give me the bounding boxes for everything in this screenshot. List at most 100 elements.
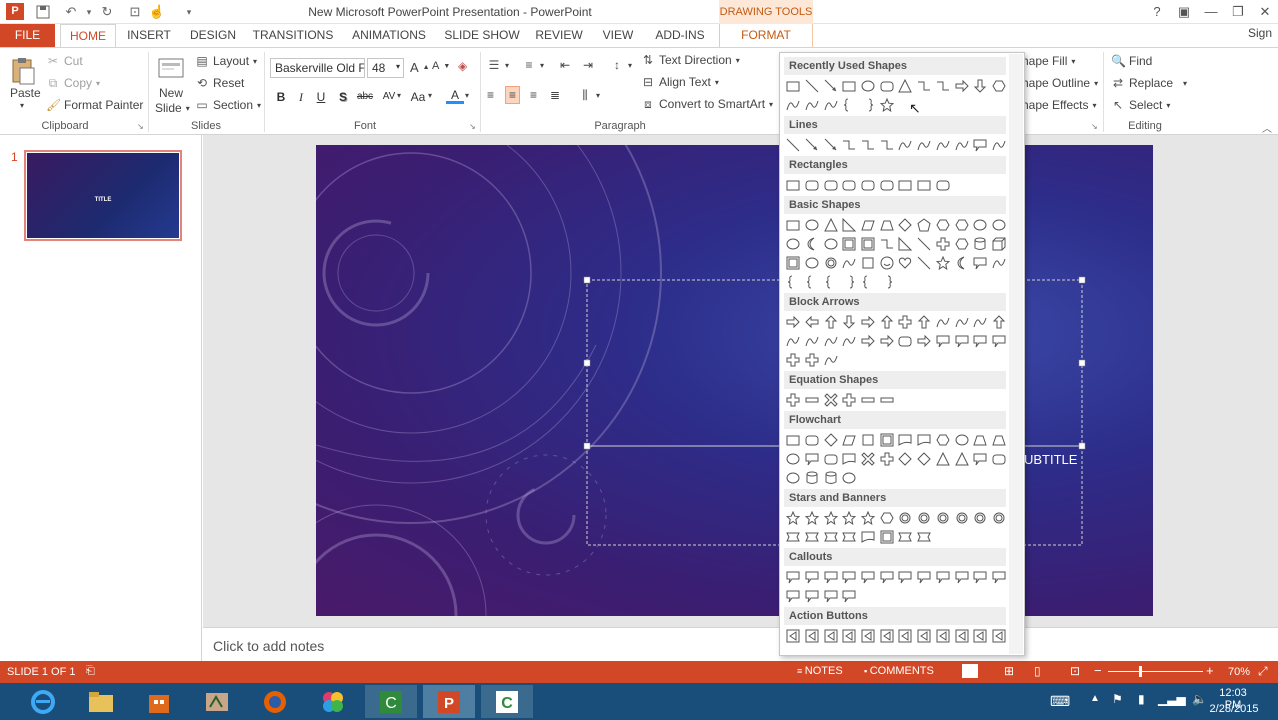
help-icon[interactable]: ?	[1145, 2, 1169, 22]
tab-insert[interactable]: INSERT	[122, 24, 176, 47]
shape-rrect-icon[interactable]	[934, 176, 953, 194]
shape-elbow-icon[interactable]	[877, 136, 896, 154]
shape-trap-icon[interactable]	[877, 216, 896, 234]
shape-oval-icon[interactable]	[859, 77, 878, 95]
shape-frame-icon[interactable]	[840, 235, 859, 253]
shape-hex-icon[interactable]	[990, 77, 1009, 95]
spell-check-icon[interactable]: ⎗	[86, 665, 95, 678]
align-left-icon[interactable]: ≡	[487, 88, 494, 102]
character-spacing-button[interactable]: AV	[379, 88, 399, 106]
shape-rarrow-icon[interactable]	[915, 332, 934, 350]
shape-callout-icon[interactable]	[934, 332, 953, 350]
shape-elbow-icon[interactable]	[934, 77, 953, 95]
shape-tri-icon[interactable]	[934, 450, 953, 468]
shape-callout-icon[interactable]	[971, 568, 990, 586]
shape-diamond-icon[interactable]	[896, 450, 915, 468]
shape-rarrow-icon[interactable]	[859, 313, 878, 331]
tab-home[interactable]: HOME	[60, 24, 116, 48]
shape-curve-icon[interactable]	[840, 254, 859, 272]
shape-minus-icon[interactable]	[803, 391, 822, 409]
shape-banner-icon[interactable]	[821, 528, 840, 546]
shrink-font-icon[interactable]: A ▼	[432, 60, 450, 72]
reset-button[interactable]: ⟲ Reset	[195, 76, 244, 90]
shape-callout-icon[interactable]	[859, 568, 878, 586]
shape-callout-icon[interactable]	[803, 587, 822, 605]
align-right-icon[interactable]: ≡	[530, 88, 537, 102]
shape-doc-icon[interactable]	[915, 431, 934, 449]
shape-curve-icon[interactable]	[934, 313, 953, 331]
shape-hex-icon[interactable]	[934, 216, 953, 234]
tab-add-ins[interactable]: ADD-INS	[648, 24, 712, 47]
shape-rbrace-icon[interactable]	[877, 273, 896, 291]
shape-sq-icon[interactable]	[859, 254, 878, 272]
shape-rrect-icon[interactable]	[821, 176, 840, 194]
numbering-button[interactable]: ≡ ▾	[522, 58, 544, 72]
shape-star-icon[interactable]	[821, 509, 840, 527]
shape-star-icon[interactable]	[803, 509, 822, 527]
font-color-dropdown-icon[interactable]: ▾	[465, 91, 469, 100]
shape-uarrow-icon[interactable]	[877, 313, 896, 331]
grow-font-icon[interactable]: A ▲	[410, 60, 430, 75]
shape-curve-icon[interactable]	[915, 136, 934, 154]
shape-frame-icon[interactable]	[877, 528, 896, 546]
comments-toggle[interactable]: ▪ COMMENTS	[864, 665, 934, 677]
paste-icon[interactable]	[8, 56, 38, 86]
find-button[interactable]: 🔍 Find	[1111, 54, 1152, 68]
slide-thumbnail[interactable]: TITLE	[24, 150, 182, 241]
shape-uarrow-icon[interactable]	[821, 313, 840, 331]
select-button[interactable]: ↖ Select ▾	[1111, 98, 1170, 112]
shape-rrect-icon[interactable]	[877, 176, 896, 194]
tab-design[interactable]: DESIGN	[184, 24, 242, 47]
camtasia-recorder-icon[interactable]	[191, 685, 243, 718]
decrease-indent-icon[interactable]: ⇤	[560, 58, 570, 72]
drawing-launcher-icon[interactable]: ↘	[1091, 122, 1098, 131]
shape-rect-icon[interactable]	[896, 176, 915, 194]
shape-outline-button[interactable]: hape Outline ▾	[1022, 76, 1098, 90]
shape-moon-icon[interactable]	[952, 254, 971, 272]
shape-curve-icon[interactable]	[896, 136, 915, 154]
shape-rect-icon[interactable]	[784, 77, 803, 95]
shape-frame-icon[interactable]	[859, 235, 878, 253]
shape-elbow-icon[interactable]	[840, 136, 859, 154]
shape-cube-icon[interactable]	[990, 235, 1009, 253]
zoom-out-button[interactable]: −	[1094, 663, 1102, 678]
shape-star-icon[interactable]	[859, 509, 878, 527]
shape-callout-icon[interactable]	[803, 568, 822, 586]
cut-button[interactable]: ✂ Cut	[46, 54, 83, 68]
shape-cyl-icon[interactable]	[971, 235, 990, 253]
tab-review[interactable]: REVIEW	[530, 24, 588, 47]
shape-plus-icon[interactable]	[784, 351, 803, 369]
shape-oval-icon[interactable]	[784, 235, 803, 253]
shape-oval-icon[interactable]	[784, 450, 803, 468]
shape-banner-icon[interactable]	[784, 528, 803, 546]
shape-rrect-icon[interactable]	[990, 450, 1009, 468]
shape-rrect-icon[interactable]	[821, 450, 840, 468]
fit-to-window-icon[interactable]: ⤢	[1258, 664, 1268, 679]
shape-brace-icon[interactable]	[840, 96, 859, 114]
shape-curve-icon[interactable]	[971, 313, 990, 331]
shape-tri-icon[interactable]	[952, 450, 971, 468]
shape-arrowline-icon[interactable]	[821, 77, 840, 95]
shape-rarrow-icon[interactable]	[784, 313, 803, 331]
shape-badge-icon[interactable]	[934, 509, 953, 527]
shape-smile-icon[interactable]	[877, 254, 896, 272]
shape-brace-icon[interactable]	[821, 273, 840, 291]
shape-callout-icon[interactable]	[990, 332, 1009, 350]
shape-callout-icon[interactable]	[803, 450, 822, 468]
notes-toggle[interactable]: ≡ NOTES	[797, 665, 843, 677]
shape-oval-icon[interactable]	[840, 469, 859, 487]
text-direction-button[interactable]: ⇅ Text Direction ▾	[641, 53, 740, 67]
new-slide-label-1[interactable]: New	[159, 86, 183, 100]
shape-diamond-icon[interactable]	[896, 216, 915, 234]
font-color-button[interactable]: A	[446, 88, 464, 104]
new-slide-icon[interactable]	[156, 54, 186, 84]
shape-callout-icon[interactable]	[821, 568, 840, 586]
shape-curve-icon[interactable]	[990, 254, 1009, 272]
shape-callout-icon[interactable]	[821, 587, 840, 605]
shape-oval-icon[interactable]	[952, 431, 971, 449]
shape-banner-icon[interactable]	[896, 528, 915, 546]
shape-brace-icon[interactable]	[803, 273, 822, 291]
justify-icon[interactable]: ≣	[550, 88, 560, 102]
shape-rect-icon[interactable]	[784, 176, 803, 194]
firefox-icon[interactable]	[249, 685, 301, 718]
